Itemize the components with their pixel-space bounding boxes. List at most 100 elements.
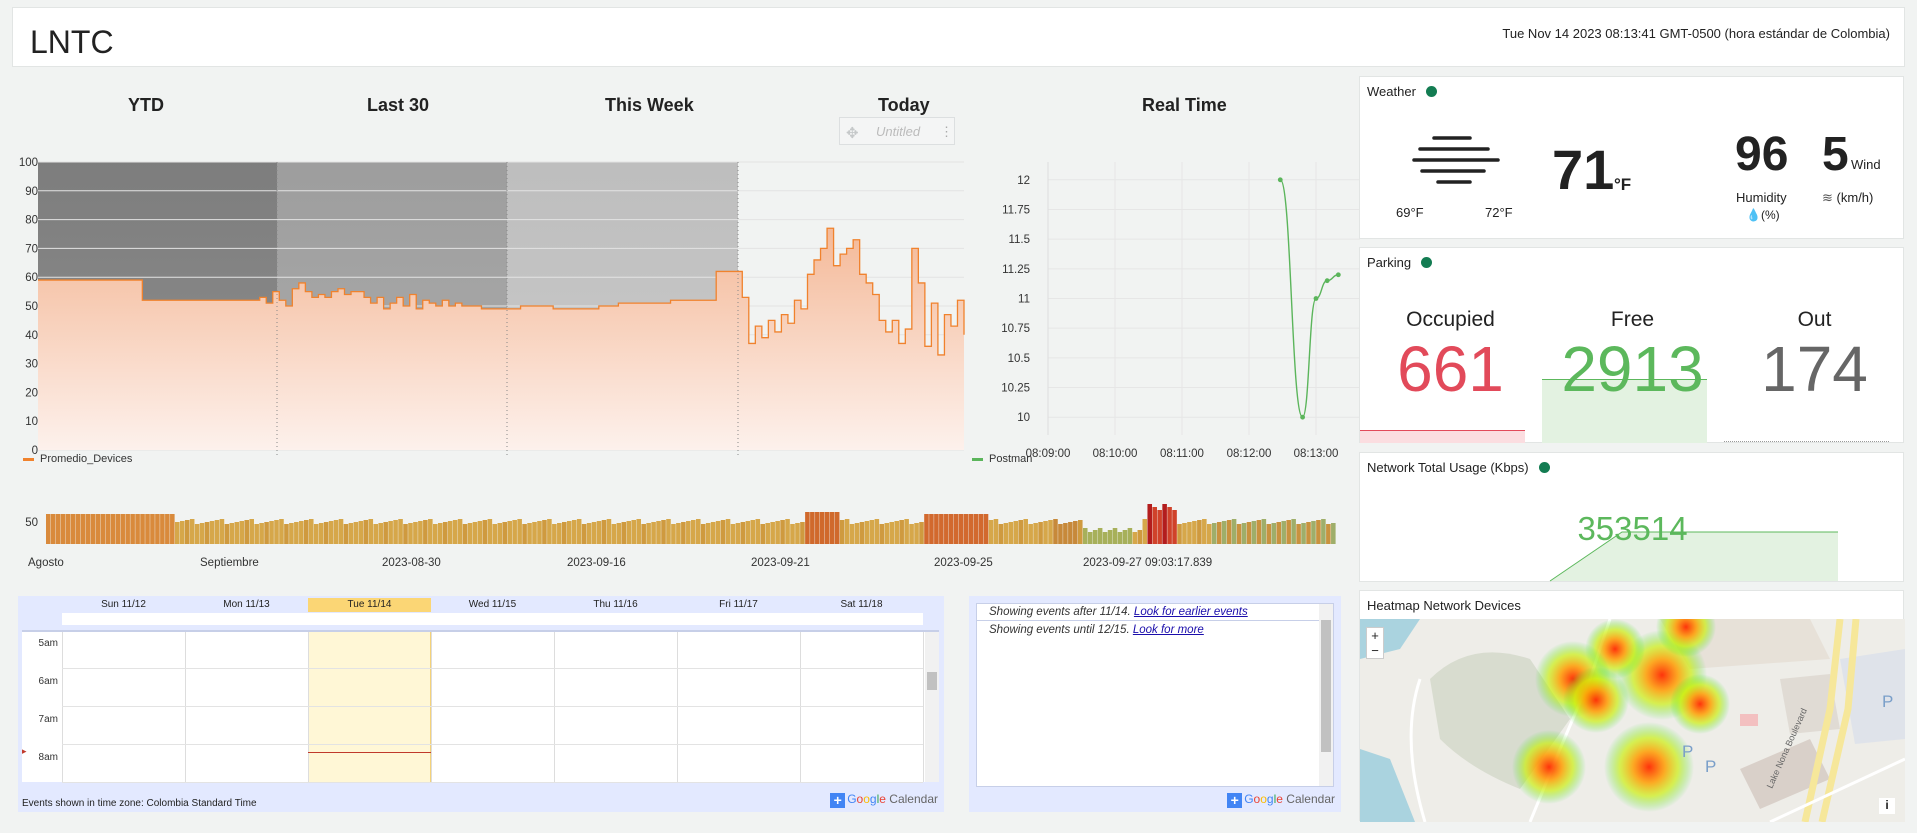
scrollbar-thumb[interactable] bbox=[927, 672, 937, 690]
timeline-bar bbox=[408, 523, 413, 544]
timeline-bar bbox=[1063, 523, 1068, 544]
timeline-bar bbox=[1211, 523, 1217, 544]
timeline-bar bbox=[264, 522, 269, 544]
timeline-bar bbox=[1033, 523, 1038, 544]
y-tick-label: 10 bbox=[25, 416, 38, 428]
timeline-bar bbox=[963, 514, 969, 544]
timeline-bar bbox=[234, 522, 240, 544]
out-sparkline bbox=[1724, 441, 1889, 443]
timeline-bar bbox=[854, 523, 860, 544]
timeline-bar bbox=[437, 523, 443, 544]
timezone-note: Events shown in time zone: Colombia Stan… bbox=[22, 798, 257, 809]
timeline-bar bbox=[1226, 520, 1232, 544]
timeline-bar bbox=[467, 523, 473, 544]
timeline-bar bbox=[705, 523, 711, 544]
timeline-bar bbox=[998, 524, 1004, 544]
timeline-bar bbox=[542, 520, 547, 544]
timeline-bar bbox=[547, 519, 552, 544]
agenda-scrollbar[interactable] bbox=[1319, 604, 1333, 786]
timeline-bar bbox=[939, 514, 944, 544]
calendar-grid[interactable]: 5am 6am 7am 8am ▸ bbox=[22, 630, 939, 783]
timeline-bar bbox=[1028, 524, 1033, 544]
timeline-bar bbox=[646, 523, 651, 544]
hour-label: 5am bbox=[38, 638, 58, 649]
timeline-bar bbox=[95, 514, 101, 544]
more-events-link[interactable]: Look for more bbox=[1133, 624, 1204, 636]
calendar-day-1[interactable]: Mon 11/13 bbox=[185, 598, 308, 612]
hour-label: 6am bbox=[38, 676, 58, 687]
google-calendar-link[interactable]: + Google Calendar bbox=[830, 792, 938, 808]
timeline-bar bbox=[100, 514, 106, 544]
timeline-bar bbox=[1271, 523, 1277, 544]
timeline-bar bbox=[621, 522, 627, 544]
timeline-bar bbox=[1251, 521, 1257, 544]
occupied-label: Occupied bbox=[1406, 308, 1495, 331]
network-usage-value: 353514 bbox=[1577, 510, 1688, 547]
humidity-unit: (%) bbox=[1760, 208, 1780, 222]
timeline-bar bbox=[879, 524, 885, 544]
timeline-bar bbox=[1162, 504, 1167, 544]
timeline-bar bbox=[165, 514, 170, 544]
timeline-bar bbox=[219, 519, 225, 544]
scrollbar-thumb[interactable] bbox=[1321, 620, 1331, 752]
zoom-out-button[interactable]: − bbox=[1367, 643, 1383, 658]
calendar-day-3[interactable]: Wed 11/15 bbox=[431, 598, 554, 612]
heatmap-map[interactable]: P P P Lake Nona Boulevard bbox=[1360, 619, 1905, 822]
google-logo: Google bbox=[1244, 792, 1283, 806]
today-column[interactable] bbox=[308, 632, 431, 782]
y-tick-label: 90 bbox=[25, 186, 38, 198]
y-tick-label: 12 bbox=[1017, 175, 1030, 187]
timeline-bar bbox=[492, 524, 498, 544]
timeline-bar bbox=[1261, 519, 1267, 544]
day-column-divider bbox=[431, 632, 432, 782]
google-calendar-link[interactable]: + Google Calendar bbox=[1227, 792, 1335, 808]
timeline-bar bbox=[338, 519, 344, 544]
timeline-bar bbox=[55, 514, 61, 544]
legend-promedio-devices[interactable]: Promedio_Devices bbox=[23, 453, 132, 465]
timeline-bar bbox=[1038, 522, 1043, 544]
legend-label: Postman bbox=[989, 453, 1033, 465]
zoom-in-button[interactable]: + bbox=[1367, 628, 1383, 643]
timeline-bar bbox=[1142, 519, 1148, 544]
timeline-bar bbox=[1087, 532, 1093, 544]
agenda-line-1: Showing events after 11/14. Look for ear… bbox=[989, 606, 1248, 618]
timeline-bar bbox=[1202, 519, 1207, 544]
calendar-day-2[interactable]: Tue 11/14 bbox=[308, 598, 431, 612]
x-tick-label: 08:13:00 bbox=[1294, 448, 1339, 460]
add-calendar-icon[interactable]: + bbox=[830, 793, 846, 808]
legend-postman[interactable]: Postman bbox=[972, 453, 1032, 465]
calendar-day-6[interactable]: Sat 11/18 bbox=[800, 598, 923, 612]
timeline-bar bbox=[388, 521, 393, 544]
timeline-label: 2023-09-16 bbox=[567, 557, 626, 569]
timeline-bar bbox=[1296, 524, 1301, 544]
wind-unit-row: ≋ (km/h) bbox=[1822, 190, 1873, 206]
timeline-bar bbox=[1301, 523, 1306, 544]
calendar-day-5[interactable]: Fri 11/17 bbox=[677, 598, 800, 612]
calendar-day-0[interactable]: Sun 11/12 bbox=[62, 598, 185, 612]
timeline-bar bbox=[224, 524, 230, 544]
timeline-bar bbox=[517, 519, 522, 544]
earlier-events-link[interactable]: Look for earlier events bbox=[1134, 606, 1248, 618]
timeline-bar bbox=[641, 524, 646, 544]
timeline-bar bbox=[1246, 522, 1252, 544]
timeline-bar bbox=[581, 524, 587, 544]
timeline-bar bbox=[824, 512, 830, 544]
timeline-bar bbox=[552, 524, 557, 544]
timeline-bar bbox=[710, 522, 716, 544]
y-tick-label: 40 bbox=[25, 330, 38, 342]
calendar-brand-text: Calendar bbox=[889, 792, 938, 806]
out-label: Out bbox=[1797, 308, 1832, 331]
calendar-scrollbar[interactable] bbox=[925, 632, 939, 782]
google-calendar-week: Sun 11/12 Mon 11/13 Tue 11/14 Wed 11/15 Thu … bbox=[18, 596, 944, 812]
agenda-text-2: Showing events until 12/15. bbox=[989, 624, 1130, 636]
timeline-bar bbox=[993, 519, 999, 544]
timeline-bar bbox=[184, 520, 190, 544]
timeline-bar bbox=[586, 523, 592, 544]
timeline-bar bbox=[1187, 522, 1192, 544]
timeline-bar bbox=[398, 519, 403, 544]
info-button[interactable]: i bbox=[1879, 798, 1895, 814]
calendar-day-4[interactable]: Thu 11/16 bbox=[554, 598, 677, 612]
hour-line bbox=[62, 706, 923, 707]
devices-area-chart: 1009080706050403020100 1211.7511.511.251… bbox=[19, 157, 1360, 569]
add-calendar-icon[interactable]: + bbox=[1227, 793, 1243, 808]
